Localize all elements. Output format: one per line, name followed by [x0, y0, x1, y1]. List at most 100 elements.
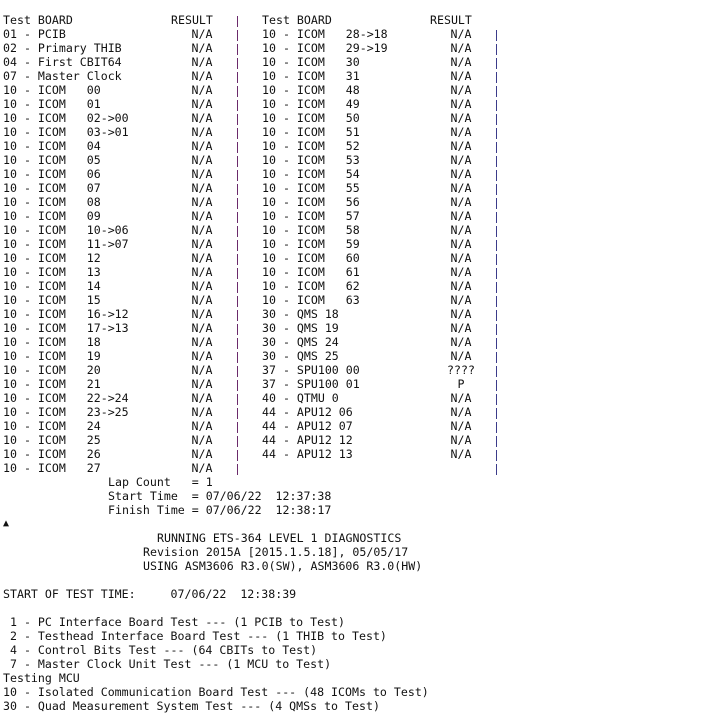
right-row-result: N/A — [450, 321, 472, 335]
right-row-board: 10 - ICOM 51 — [262, 125, 360, 139]
column-divider — [237, 422, 238, 433]
left-row-result: N/A — [191, 321, 213, 335]
column-divider — [237, 198, 238, 209]
right-row-board: 30 - QMS 18 — [262, 307, 339, 321]
column-divider — [496, 366, 497, 377]
log-line: Testing MCU — [3, 671, 80, 685]
left-row-board: 10 - ICOM 26 — [3, 447, 101, 461]
right-row-result: N/A — [450, 195, 472, 209]
column-divider — [496, 58, 497, 69]
right-row-board: 10 - ICOM 57 — [262, 209, 360, 223]
column-divider — [496, 72, 497, 83]
left-row-board: 10 - ICOM 06 — [3, 167, 101, 181]
left-row-result: N/A — [191, 335, 213, 349]
column-divider — [237, 184, 238, 195]
column-divider — [496, 296, 497, 307]
left-row-board: 10 - ICOM 22->24 — [3, 391, 129, 405]
column-divider — [237, 156, 238, 167]
left-row-board: 10 - ICOM 04 — [3, 139, 101, 153]
right-row-board: 37 - SPU100 01 — [262, 377, 360, 391]
right-row-result: N/A — [450, 405, 472, 419]
left-row-board: 10 - ICOM 07 — [3, 181, 101, 195]
left-row-result: N/A — [191, 181, 213, 195]
left-row-board: 10 - ICOM 09 — [3, 209, 101, 223]
left-row-board: 10 - ICOM 15 — [3, 293, 101, 307]
left-row-result: N/A — [191, 293, 213, 307]
right-row-result: N/A — [450, 335, 472, 349]
right-row-board: 10 - ICOM 28->18 — [262, 27, 388, 41]
column-divider — [237, 16, 238, 27]
left-row-board: 10 - ICOM 20 — [3, 363, 101, 377]
right-row-board: 10 - ICOM 54 — [262, 167, 360, 181]
column-divider — [496, 324, 497, 335]
column-divider — [496, 380, 497, 391]
left-row-result: N/A — [191, 111, 213, 125]
column-divider — [237, 324, 238, 335]
right-row-board: 30 - QMS 25 — [262, 349, 339, 363]
column-divider — [237, 58, 238, 69]
left-row-result: N/A — [191, 69, 213, 83]
right-row-board: 10 - ICOM 55 — [262, 181, 360, 195]
right-row-result: N/A — [450, 279, 472, 293]
left-row-board: 10 - ICOM 24 — [3, 419, 101, 433]
column-divider — [496, 156, 497, 167]
column-divider — [496, 212, 497, 223]
left-row-board: 10 - ICOM 16->12 — [3, 307, 129, 321]
right-row-result: N/A — [450, 251, 472, 265]
right-row-board: 44 - APU12 06 — [262, 405, 353, 419]
right-row-board: 10 - ICOM 63 — [262, 293, 360, 307]
left-row-board: 10 - ICOM 02->00 — [3, 111, 129, 125]
right-row-board: 10 - ICOM 49 — [262, 97, 360, 111]
log-line: 2 - Testhead Interface Board Test --- (1… — [3, 629, 387, 643]
right-row-board: 10 - ICOM 50 — [262, 111, 360, 125]
left-row-board: 10 - ICOM 17->13 — [3, 321, 129, 335]
column-divider — [237, 170, 238, 181]
left-row-board: 10 - ICOM 23->25 — [3, 405, 129, 419]
right-header-board: Test BOARD — [262, 13, 332, 27]
left-row-result: N/A — [191, 195, 213, 209]
left-row-board: 10 - ICOM 25 — [3, 433, 101, 447]
lap-count: Lap Count = 1 — [108, 475, 213, 489]
column-divider — [237, 296, 238, 307]
column-divider — [237, 254, 238, 265]
right-header-result: RESULT — [430, 13, 472, 27]
column-divider — [496, 408, 497, 419]
left-row-result: N/A — [191, 251, 213, 265]
right-row-board: 44 - APU12 13 — [262, 447, 353, 461]
right-row-result: N/A — [450, 41, 472, 55]
left-row-board: 10 - ICOM 18 — [3, 335, 101, 349]
column-divider — [496, 282, 497, 293]
left-row-result: N/A — [191, 139, 213, 153]
right-row-result: N/A — [450, 237, 472, 251]
left-row-result: N/A — [191, 209, 213, 223]
left-row-result: N/A — [191, 153, 213, 167]
left-row-board: 10 - ICOM 11->07 — [3, 237, 129, 251]
left-row-result: N/A — [191, 307, 213, 321]
banner-title: RUNNING ETS-364 LEVEL 1 DIAGNOSTICS — [157, 531, 402, 545]
column-divider — [237, 352, 238, 363]
column-divider — [496, 254, 497, 265]
left-header-result: RESULT — [171, 13, 213, 27]
right-row-result: N/A — [450, 223, 472, 237]
column-divider — [237, 464, 238, 475]
column-divider — [237, 86, 238, 97]
left-row-result: N/A — [191, 279, 213, 293]
left-row-board: 10 - ICOM 01 — [3, 97, 101, 111]
column-divider — [496, 30, 497, 41]
column-divider — [237, 142, 238, 153]
banner-revision: Revision 2015A [2015.1.5.18], 05/05/17 — [143, 545, 409, 559]
left-header-board: Test BOARD — [3, 13, 73, 27]
right-row-result: N/A — [450, 27, 472, 41]
column-divider — [237, 226, 238, 237]
column-divider — [496, 184, 497, 195]
right-row-result: N/A — [450, 391, 472, 405]
left-row-board: 10 - ICOM 14 — [3, 279, 101, 293]
left-row-board: 01 - PCIB — [3, 27, 66, 41]
right-row-result: N/A — [450, 433, 472, 447]
right-row-result: N/A — [450, 447, 472, 461]
banner-using: USING ASM3606 R3.0(SW), ASM3606 R3.0(HW) — [143, 559, 423, 573]
start-of-test-time: START OF TEST TIME: 07/06/22 12:38:39 — [3, 587, 297, 601]
right-row-result: N/A — [450, 83, 472, 97]
column-divider — [496, 464, 497, 475]
right-row-result: P — [457, 377, 465, 391]
